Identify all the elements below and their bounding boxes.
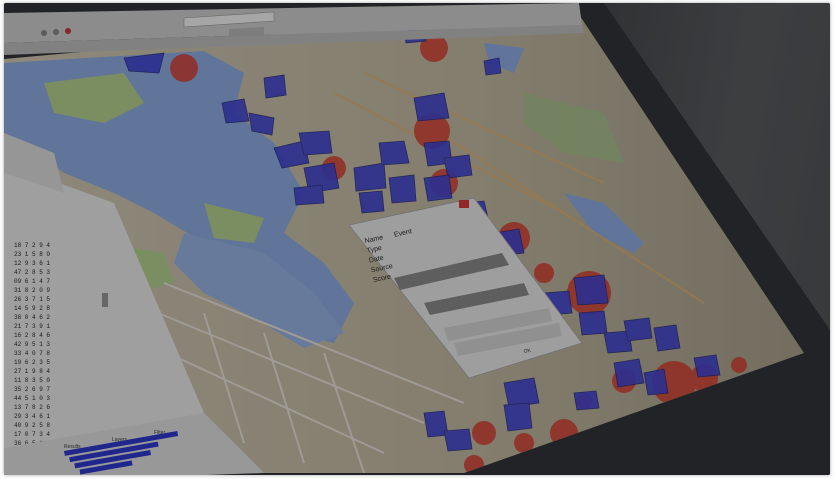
blue-marker[interactable] xyxy=(353,162,387,192)
list-row[interactable]: 11 8 3 5 0 xyxy=(14,377,50,384)
list-row[interactable]: 13 7 8 2 6 xyxy=(14,404,50,411)
list-row[interactable]: 33 4 0 7 8 xyxy=(14,350,50,357)
list-row[interactable]: 44 5 1 0 3 xyxy=(14,395,50,402)
blue-marker[interactable] xyxy=(503,402,533,432)
blue-marker[interactable] xyxy=(623,317,653,342)
blue-marker[interactable] xyxy=(653,324,681,352)
list-row[interactable]: 38 0 4 6 2 xyxy=(14,314,50,321)
list-row[interactable]: 19 6 2 3 5 xyxy=(14,359,50,366)
toolbar-icon[interactable] xyxy=(41,30,47,36)
blue-marker[interactable] xyxy=(221,98,250,124)
list-row[interactable]: 17 0 7 3 4 xyxy=(14,431,50,438)
blue-marker[interactable] xyxy=(378,140,410,166)
red-marker[interactable] xyxy=(170,54,198,82)
close-icon[interactable] xyxy=(459,200,469,208)
list-row[interactable]: 35 2 6 9 7 xyxy=(14,386,50,393)
blue-marker[interactable] xyxy=(358,190,385,214)
list-row[interactable]: 12 9 3 6 1 xyxy=(14,260,50,267)
blue-marker[interactable] xyxy=(388,174,417,204)
blue-marker[interactable] xyxy=(573,274,609,306)
blue-marker[interactable] xyxy=(443,428,473,452)
blue-marker[interactable] xyxy=(483,57,502,76)
red-marker[interactable] xyxy=(534,263,554,283)
blue-marker[interactable] xyxy=(423,174,453,202)
list-row[interactable]: 47 2 8 5 3 xyxy=(14,269,50,276)
blue-marker[interactable] xyxy=(578,310,608,336)
blue-marker[interactable] xyxy=(503,377,540,408)
list-row[interactable]: 40 9 2 5 8 xyxy=(14,422,50,429)
laptop-screen: 18 7 2 9 4 23 1 5 8 0 12 9 3 6 1 47 2 8 … xyxy=(4,3,830,475)
blue-marker[interactable] xyxy=(413,92,450,122)
blue-marker[interactable] xyxy=(293,184,325,206)
blue-marker[interactable] xyxy=(443,154,473,179)
red-marker[interactable] xyxy=(731,357,747,373)
list-row[interactable]: 42 9 5 1 3 xyxy=(14,341,50,348)
list-row[interactable]: 29 3 4 6 1 xyxy=(14,413,50,420)
blue-marker[interactable] xyxy=(643,368,669,396)
list-row[interactable]: 14 5 9 2 8 xyxy=(14,305,50,312)
result-list: 18 7 2 9 4 23 1 5 8 0 12 9 3 6 1 47 2 8 … xyxy=(14,242,50,447)
list-row[interactable]: 18 7 2 9 4 xyxy=(14,242,50,249)
list-row[interactable]: 16 2 8 4 6 xyxy=(14,332,50,339)
toolbar-icon[interactable] xyxy=(65,28,71,34)
toolbar-icon[interactable] xyxy=(53,29,59,35)
photo-frame: 18 7 2 9 4 23 1 5 8 0 12 9 3 6 1 47 2 8 … xyxy=(4,3,830,475)
list-row[interactable]: 26 3 7 1 5 xyxy=(14,296,50,303)
list-row[interactable]: 31 8 2 0 9 xyxy=(14,287,50,294)
blue-marker[interactable] xyxy=(263,74,287,99)
blue-marker[interactable] xyxy=(693,354,721,378)
list-row[interactable]: 23 1 5 8 0 xyxy=(14,251,50,258)
list-row[interactable]: 21 7 3 9 1 xyxy=(14,323,50,330)
scrollbar-thumb[interactable] xyxy=(102,293,108,307)
red-marker[interactable] xyxy=(472,421,496,445)
list-row[interactable]: 27 1 9 8 4 xyxy=(14,368,50,375)
blue-marker[interactable] xyxy=(573,390,600,411)
list-row[interactable]: 09 6 1 4 7 xyxy=(14,278,50,285)
blue-marker[interactable] xyxy=(298,130,333,156)
blue-marker[interactable] xyxy=(613,358,645,388)
